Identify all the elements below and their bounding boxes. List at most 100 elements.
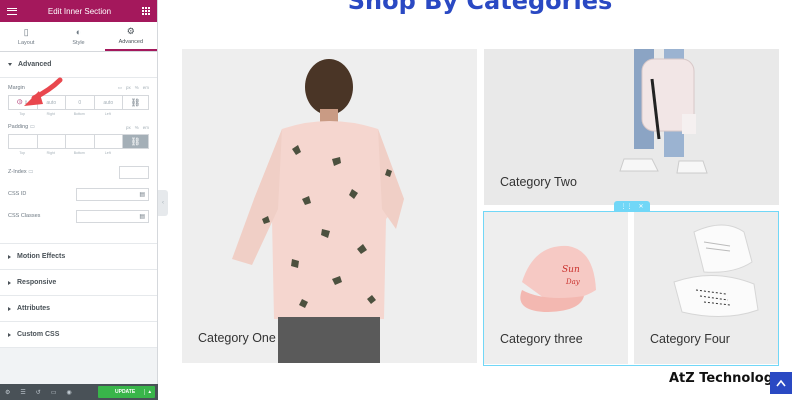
widgets-grid-icon[interactable] [142,7,150,15]
caret-up-icon[interactable]: ▴ [144,389,151,395]
caret-right-icon [8,280,11,285]
label-left: Left [104,151,111,155]
category-label: Category Four [650,332,730,346]
section-toggle-motion-effects[interactable]: Motion Effects [0,244,157,270]
caret-right-icon [8,332,11,337]
settings-icon[interactable]: ⚙ [5,389,10,396]
caret-right-icon [8,306,11,311]
category-card-one[interactable]: Category One [182,49,477,363]
drag-handle-icon[interactable]: ⋮⋮ [620,203,632,210]
section-label: Custom CSS [17,331,60,338]
unit-percent[interactable]: % [135,125,139,130]
tab-style[interactable]: ◐ Style [52,22,104,51]
menu-icon[interactable] [7,7,17,15]
css-classes-control: CSS Classes ▤ [8,205,149,227]
label-left: Left [104,112,111,116]
panel-title: Edit Inner Section [47,6,112,16]
label-top: Top [19,151,26,155]
css-id-input[interactable]: ▤ [76,187,149,201]
inner-section-handle[interactable]: ⋮⋮ ✕ [614,201,650,212]
category-card-three[interactable]: Sun Day Category three [484,212,628,364]
padding-inputs: ⛓ [8,134,149,149]
unit-em[interactable]: em [143,85,149,91]
label-bottom: Bottom [73,151,85,155]
label-bottom: Bottom [73,112,85,116]
desktop-icon[interactable]: ▭ [30,124,35,130]
tab-layout-label: Layout [17,39,35,46]
css-classes-label: CSS Classes [8,213,41,219]
css-id-label: CSS ID [8,191,27,197]
unit-px[interactable]: px [126,125,131,130]
unit-px[interactable]: px [126,85,131,91]
section-toggle-attributes[interactable]: Attributes [0,296,157,322]
margin-units: ▭ px % em [118,85,149,91]
dynamic-tags-icon[interactable]: ▤ [139,191,145,198]
padding-label: Padding [8,124,29,130]
annotation-arrow-icon [24,77,63,106]
tab-advanced[interactable]: ⚙ Advanced [104,22,157,51]
category-label: Category Two [500,175,577,189]
preview-eye-icon[interactable]: ◉ [66,389,71,396]
section-toggle-responsive[interactable]: Responsive [0,270,157,296]
desktop-icon[interactable]: ▭ [28,169,33,175]
category-label: Category three [500,332,583,346]
tab-layout[interactable]: ▯ Layout [0,22,52,51]
padding-top-input[interactable] [8,134,38,149]
layout-icon: ▯ [23,26,29,37]
zindex-label-wrap: Z-Index ▭ [8,169,33,175]
padding-label-wrap: Padding ▭ [8,124,35,130]
panel-footer: ⚙ ☰ ↺ ▭ ◉ UPDATE ▴ [0,384,158,400]
advanced-section-body: Margin ▭ px % em ⦶ ⇕ auto 0 auto ⛓ Top R… [0,77,157,244]
svg-text:Sun: Sun [562,265,580,275]
chevron-up-icon [776,379,786,387]
padding-right-input[interactable] [36,134,66,149]
advanced-section-label: Advanced [18,61,52,68]
unit-em[interactable]: em [143,125,149,130]
editor-panel: Edit Inner Section ▯ Layout ◐ Style ⚙ Ad… [0,0,158,400]
gear-icon: ⚙ [126,25,135,36]
zindex-input[interactable] [119,165,149,179]
category-card-two[interactable]: Category Two [484,49,779,205]
link-icon: ⛓ [130,98,141,107]
section-toggle-custom-css[interactable]: Custom CSS [0,322,157,348]
responsive-mode-icon[interactable]: ▭ [51,389,57,396]
padding-units: px % em [126,125,149,130]
unit-percent[interactable]: % [135,85,139,91]
category-label: Category One [198,331,276,345]
shirt-model-image [182,49,477,363]
category-card-four[interactable]: Category Four [634,212,778,364]
advanced-section-toggle[interactable]: Advanced [0,52,157,78]
panel-tabs: ▯ Layout ◐ Style ⚙ Advanced [0,22,157,52]
link-values-button[interactable]: ⛓ [122,95,149,110]
style-icon: ◐ [75,26,82,37]
tab-advanced-label: Advanced [118,38,144,45]
page-heading: Shop By Categories [347,0,613,15]
close-icon[interactable]: ✕ [638,203,643,210]
update-button[interactable]: UPDATE ▴ [98,386,155,398]
history-icon[interactable]: ↺ [36,389,41,396]
label-right: Right [46,151,55,155]
device-icon[interactable]: ▭ [118,85,122,91]
caret-right-icon [8,254,11,259]
zindex-label: Z-Index [8,169,27,175]
caret-down-icon [8,63,12,66]
section-label: Attributes [17,305,51,312]
navigator-icon[interactable]: ☰ [20,389,25,396]
brand-watermark: AtZ Technology [669,371,782,386]
scroll-to-top-button[interactable] [770,372,792,394]
margin-left-input[interactable]: auto [93,95,123,110]
section-label: Responsive [17,279,57,286]
margin-bottom-input[interactable]: 0 [65,95,95,110]
zindex-control: Z-Index ▭ [8,161,149,183]
css-classes-input[interactable]: ▤ [76,209,149,223]
dynamic-tags-icon[interactable]: ▤ [139,213,145,220]
panel-collapse-handle[interactable]: ‹ [158,190,168,216]
padding-left-input[interactable] [93,134,123,149]
css-id-control: CSS ID ▤ [8,183,149,205]
link-values-button[interactable]: ⛓ [122,134,149,149]
link-icon: ⛓ [130,137,141,146]
padding-field-labels: Top Right Bottom Left [8,151,149,155]
svg-text:Day: Day [565,278,581,286]
section-label: Motion Effects [17,253,66,260]
padding-bottom-input[interactable] [65,134,95,149]
